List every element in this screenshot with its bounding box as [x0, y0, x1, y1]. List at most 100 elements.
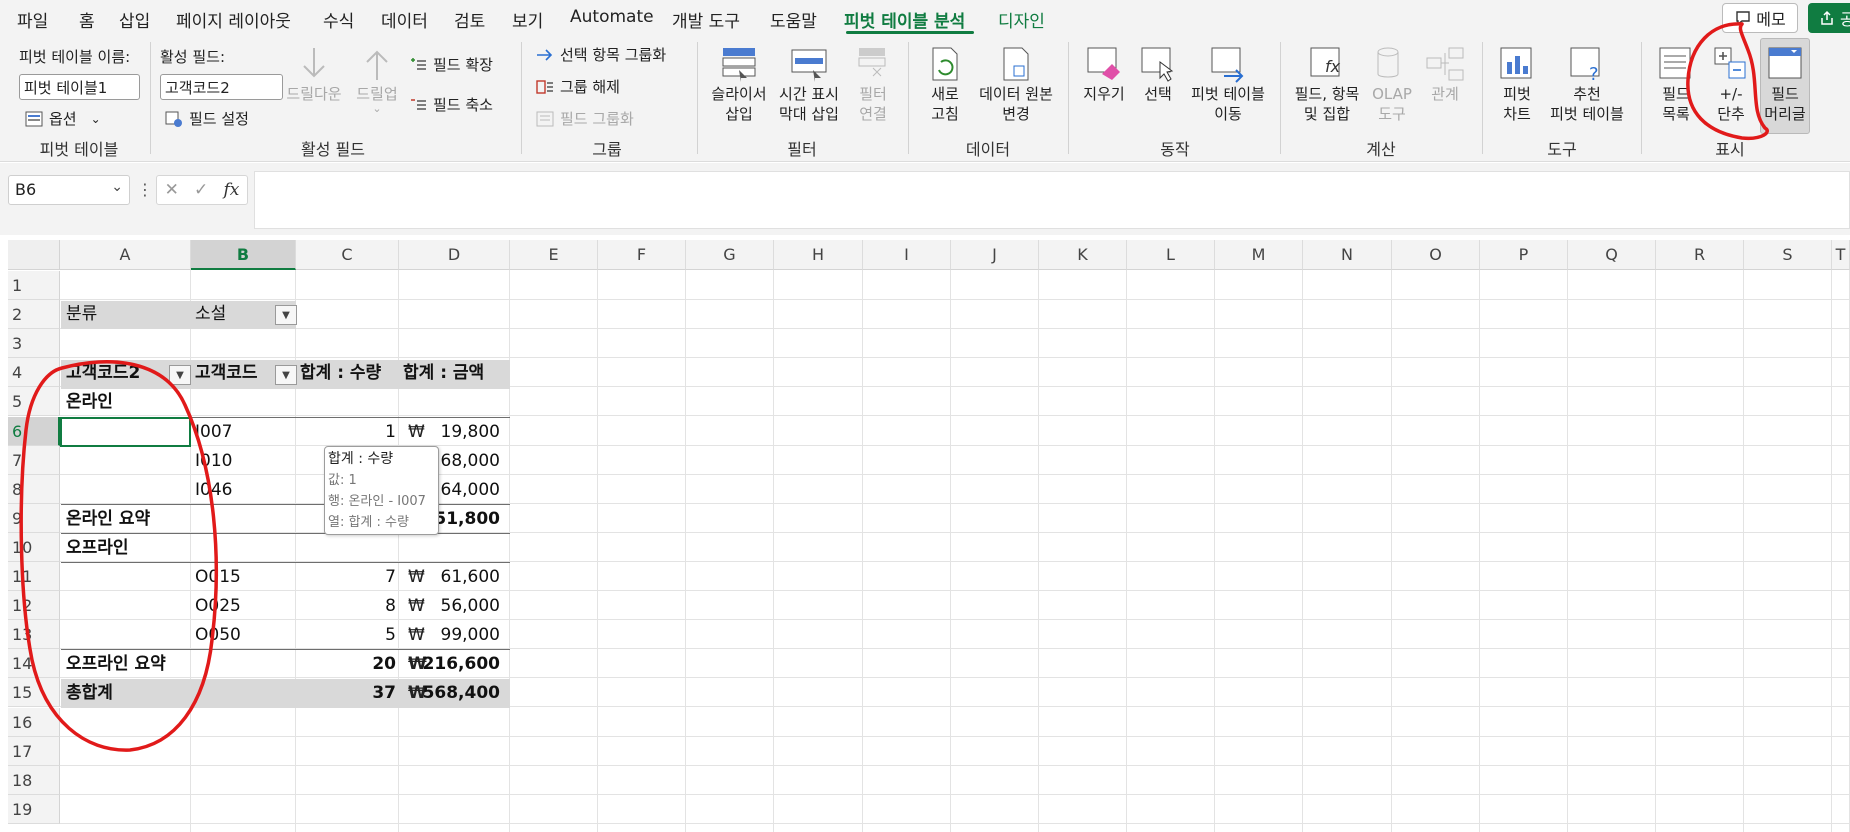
column-header-k[interactable]: K [1039, 240, 1127, 270]
field-settings-button[interactable]: 필드 설정 [165, 108, 249, 129]
grid-vline [1126, 270, 1127, 832]
row-header-6[interactable]: 6 [8, 416, 60, 446]
row-header-14[interactable]: 14 [8, 649, 60, 679]
row-header-13[interactable]: 13 [8, 620, 60, 650]
column-header-o[interactable]: O [1392, 240, 1480, 270]
olap-tools-button[interactable]: OLAP 도구 [1370, 44, 1414, 124]
row-header-19[interactable]: 19 [8, 794, 60, 824]
change-source-button[interactable]: 데이터 원본 변경 [974, 44, 1058, 124]
row-header-4[interactable]: 4 [8, 358, 60, 388]
row-header-1[interactable]: 1 [8, 271, 60, 300]
row-header-16[interactable]: 16 [8, 707, 60, 737]
tab-design[interactable]: 디자인 [998, 7, 1045, 32]
tab-view[interactable]: 보기 [512, 7, 543, 32]
column-header-m[interactable]: M [1215, 240, 1303, 270]
column-header-r[interactable]: R [1656, 240, 1744, 270]
row-header-10[interactable]: 10 [8, 532, 60, 562]
row-header-12[interactable]: 12 [8, 591, 60, 621]
select-all-corner[interactable] [8, 240, 60, 270]
column-header-c[interactable]: C [296, 240, 399, 270]
pivot-name-input[interactable] [19, 74, 140, 100]
tab-page-layout[interactable]: 페이지 레이아웃 [176, 7, 291, 32]
tab-review[interactable]: 검토 [454, 7, 485, 32]
name-box[interactable]: B6 ⌄ [8, 175, 130, 205]
group-selection-button[interactable]: 선택 항목 그룹화 [536, 44, 666, 65]
tab-developer[interactable]: 개발 도구 [672, 7, 740, 32]
column-header-l[interactable]: L [1127, 240, 1215, 270]
tab-data[interactable]: 데이터 [381, 7, 428, 32]
field-list-button[interactable]: 필드 목록 [1655, 44, 1697, 124]
relationships-button[interactable]: 관계 [1424, 44, 1466, 104]
column-header-f[interactable]: F [598, 240, 686, 270]
filter-connections-icon [858, 48, 886, 77]
tab-help[interactable]: 도움말 [770, 7, 817, 32]
row-header-11[interactable]: 11 [8, 562, 60, 591]
options-button[interactable]: 옵션 ⌄ [25, 108, 101, 129]
tab-formulas[interactable]: 수식 [323, 7, 354, 32]
recommended-pivottables-button[interactable]: ? 추천 피벗 테이블 [1546, 44, 1628, 124]
active-field-input[interactable] [160, 74, 283, 100]
tab-home[interactable]: 홈 [79, 7, 95, 32]
tab-automate[interactable]: Automate [570, 7, 654, 27]
select-button[interactable]: 선택 [1136, 44, 1180, 104]
group-field-button[interactable]: 필드 그룹화 [536, 108, 634, 129]
fields-items-label-2: 및 집합 [1303, 105, 1351, 123]
tab-pivottable-analyze[interactable]: 피벗 테이블 분석 [844, 7, 965, 32]
group-label-group: 그룹 [592, 140, 622, 159]
column-header-n[interactable]: N [1303, 240, 1392, 270]
amount-cell: 61,600 [440, 567, 500, 587]
collapse-field-button[interactable]: 필드 축소 [409, 94, 493, 115]
field-headers-button[interactable]: 필드 머리글 [1760, 38, 1810, 134]
chevron-down-icon[interactable]: ⌄ [111, 179, 123, 195]
drill-down-button[interactable]: 드릴다운 [286, 44, 342, 104]
column-header-a[interactable]: A [60, 240, 191, 270]
column-header-p[interactable]: P [1480, 240, 1568, 270]
insert-slicer-button[interactable]: 슬라이서 삽입 [707, 44, 771, 124]
column-header-g[interactable]: G [686, 240, 774, 270]
ungroup-button[interactable]: 그룹 해제 [536, 76, 620, 97]
column-header-t[interactable]: T [1832, 240, 1850, 270]
insert-timeline-button[interactable]: 시간 표시 막대 삽입 [775, 44, 843, 124]
column-header-d[interactable]: D [399, 240, 510, 270]
pivotchart-button[interactable]: 피벗 차트 [1496, 44, 1538, 124]
tab-insert[interactable]: 삽입 [119, 7, 150, 32]
row-header-5[interactable]: 5 [8, 387, 60, 417]
memo-button[interactable]: 메모 [1722, 3, 1798, 33]
row-header-7[interactable]: 7 [8, 445, 60, 475]
column-header-e[interactable]: E [510, 240, 598, 270]
filter-connections-button[interactable]: 필터 연결 [853, 44, 893, 124]
timeline-label-2: 막대 삽입 [779, 105, 839, 123]
share-button[interactable]: 공 [1808, 3, 1850, 33]
column-header-j[interactable]: J [951, 240, 1039, 270]
column-header-h[interactable]: H [774, 240, 863, 270]
plus-minus-buttons-button[interactable]: +/- 단추 [1710, 44, 1752, 124]
active-cell-b6[interactable] [60, 417, 191, 447]
column-header-i[interactable]: I [863, 240, 951, 270]
row-header-3[interactable]: 3 [8, 329, 60, 359]
refresh-button[interactable]: 새로 고침 [919, 44, 971, 124]
column-header-s[interactable]: S [1744, 240, 1832, 270]
expand-field-button[interactable]: 필드 확장 [409, 54, 493, 75]
confirm-icon[interactable]: ✓ [194, 180, 208, 200]
drill-up-button[interactable]: 드릴업 ⌄ [352, 44, 402, 114]
cancel-icon[interactable]: ✕ [165, 180, 179, 200]
row-field-dropdown-icon[interactable]: ▼ [169, 365, 191, 385]
column-header-b[interactable]: B [191, 240, 296, 270]
row-header-18[interactable]: 18 [8, 765, 60, 795]
fields-items-sets-button[interactable]: fx 필드, 항목 및 집합 [1292, 44, 1362, 124]
code-field-dropdown-icon[interactable]: ▼ [275, 365, 297, 385]
row-header-9[interactable]: 9 [8, 503, 60, 533]
move-pivottable-button[interactable]: 피벗 테이블 이동 [1186, 44, 1270, 124]
clear-button[interactable]: 지우기 [1080, 44, 1128, 104]
column-header-q[interactable]: Q [1568, 240, 1656, 270]
filter-applied-icon[interactable]: ▼ [275, 305, 297, 325]
row-header-15[interactable]: 15 [8, 678, 60, 708]
row-header-2[interactable]: 2 [8, 300, 60, 330]
row-header-17[interactable]: 17 [8, 736, 60, 766]
insert-function-icon[interactable]: fx [224, 180, 240, 200]
filter-field-value[interactable]: 소설 [195, 300, 226, 329]
more-icon[interactable]: ⋮ [137, 180, 153, 199]
tab-file[interactable]: 파일 [17, 7, 48, 32]
row-header-8[interactable]: 8 [8, 474, 60, 504]
formula-input[interactable] [254, 171, 1850, 229]
